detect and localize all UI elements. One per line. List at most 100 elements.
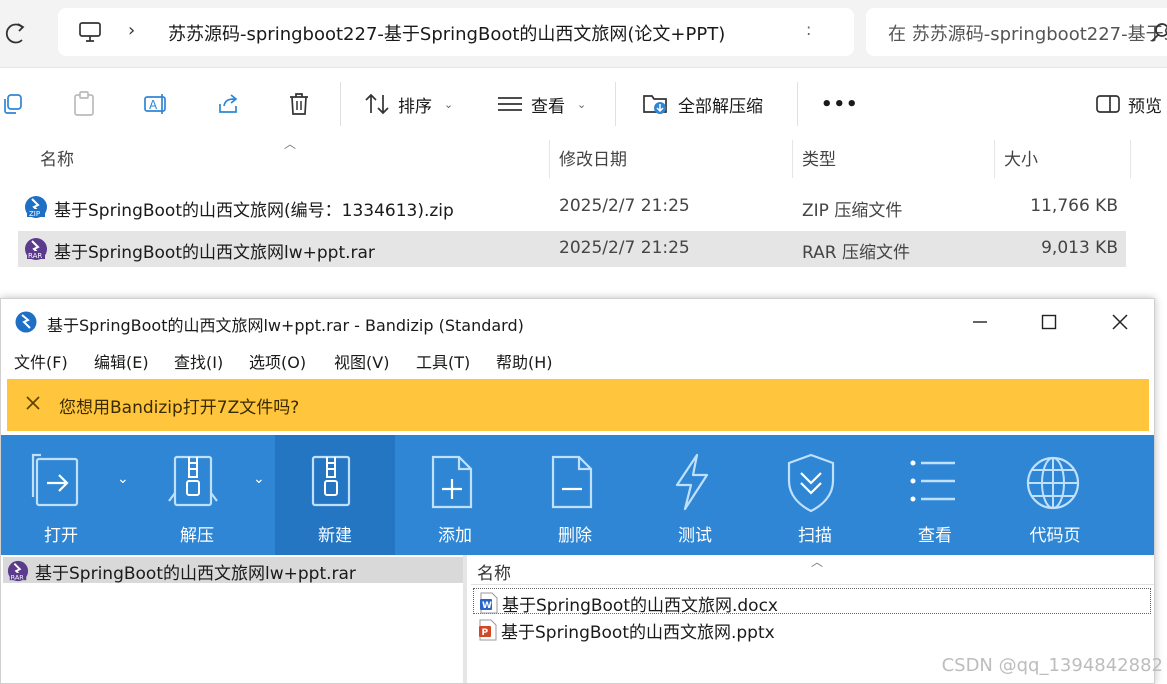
command-divider (340, 82, 341, 126)
column-divider[interactable] (792, 140, 793, 178)
column-divider[interactable] (549, 140, 550, 178)
sort-caret-icon: ︿ (811, 555, 824, 569)
column-divider[interactable] (1130, 140, 1131, 178)
notice-bar: 您想用Bandizip打开7Z文件吗? (7, 379, 1149, 431)
menu-view[interactable]: 视图(V) (334, 349, 389, 373)
sort-icon (365, 93, 389, 115)
minimize-button[interactable] (945, 299, 1015, 345)
view-toggle-button[interactable]: 查看 (875, 435, 995, 555)
tree-item-archive[interactable]: RAR 基于SpringBoot的山西文旅网lw+ppt.rar (3, 557, 463, 584)
powerpoint-icon: P (479, 619, 497, 641)
lightning-icon (675, 453, 709, 511)
file-date: 2025/2/7 21:25 (559, 238, 690, 258)
new-label: 新建 (318, 526, 352, 546)
address-bar[interactable]: › 苏苏源码-springboot227-基于SpringBoot的山西文旅网(… (58, 8, 854, 56)
preview-pane-button[interactable]: 预览 (1096, 70, 1162, 138)
entry-name: 基于SpringBoot的山西文旅网.pptx (501, 623, 775, 643)
list-item[interactable]: P 基于SpringBoot的山西文旅网.pptx (473, 616, 1151, 643)
file-size: 9,013 KB (1041, 238, 1118, 258)
chevron-down-icon: ⌄ (444, 97, 454, 111)
scan-button[interactable]: 扫描 (755, 435, 875, 555)
new-archive-icon (311, 455, 351, 507)
extract-all-label: 全部解压缩 (678, 96, 763, 117)
column-header: 名称 修改日期 类型 大小 (0, 138, 1167, 182)
menu-find[interactable]: 查找(I) (174, 349, 223, 373)
word-doc-icon: W (480, 592, 498, 614)
column-date[interactable]: 修改日期 (559, 138, 627, 182)
notice-text[interactable]: 您想用Bandizip打开7Z文件吗? (59, 393, 299, 418)
zip-file-icon: ZIP (25, 196, 47, 218)
open-dropdown-icon[interactable]: ⌄ (117, 471, 129, 487)
new-archive-button[interactable]: 新建 (275, 435, 395, 555)
rename-icon: A (144, 94, 166, 114)
chevron-down-icon: ⌄ (577, 97, 587, 111)
svg-text:W: W (482, 601, 492, 611)
extract-dropdown-icon[interactable]: ⌄ (253, 471, 265, 487)
delete-file-icon (551, 455, 593, 509)
open-button[interactable]: 打开 (1, 435, 121, 555)
address-path[interactable]: 苏苏源码-springboot227-基于SpringBoot的山西文旅网(论文… (168, 20, 725, 46)
search-input[interactable]: 在 苏苏源码-springboot227-基于SpringBoot的山西文旅网(… (866, 8, 1167, 56)
minimize-icon (973, 321, 987, 323)
sort-button[interactable]: 排序 ⌄ (364, 70, 453, 138)
file-size: 11,766 KB (1030, 196, 1118, 216)
search-placeholder: 在 苏苏源码-springboot227-基于SpringBoot的山西文旅网(… (888, 24, 1167, 45)
toolbar: 打开 ⌄ 解压 ⌄ 新建 添加 删除 测试 扫描 查看 代码页 (1, 435, 1154, 555)
trash-icon (290, 93, 308, 115)
file-row-selected[interactable]: RAR 基于SpringBoot的山西文旅网lw+ppt.rar 2025/2/… (18, 231, 1126, 267)
column-type[interactable]: 类型 (802, 138, 836, 182)
sort-label: 排序 (398, 96, 432, 117)
open-archive-icon (31, 453, 79, 507)
codepage-button[interactable]: 代码页 (995, 435, 1115, 555)
bandizip-app-icon (15, 311, 37, 333)
title-bar[interactable]: 基于SpringBoot的山西文旅网lw+ppt.rar - Bandizip … (1, 299, 1154, 345)
command-divider (797, 82, 798, 126)
command-divider (615, 82, 616, 126)
rar-file-icon: RAR (25, 238, 47, 260)
menu-edit[interactable]: 编辑(E) (94, 349, 149, 373)
maximize-button[interactable] (1014, 299, 1084, 345)
test-label: 测试 (678, 526, 712, 546)
svg-text:P: P (482, 628, 489, 638)
share-button[interactable] (216, 70, 240, 138)
preview-pane-icon (1096, 95, 1120, 113)
view-button[interactable]: 查看 ⌄ (497, 70, 586, 138)
more-options-button[interactable]: ••• (821, 70, 859, 138)
svg-text:A: A (149, 98, 158, 112)
test-button[interactable]: 测试 (635, 435, 755, 555)
preview-label: 预览 (1128, 96, 1162, 117)
column-divider[interactable] (994, 140, 995, 178)
tree-item-label: 基于SpringBoot的山西文旅网lw+ppt.rar (35, 564, 356, 584)
chevron-right-icon[interactable]: › (128, 20, 135, 41)
this-pc-icon[interactable] (78, 20, 102, 44)
add-button[interactable]: 添加 (395, 435, 515, 555)
menu-tools[interactable]: 工具(T) (416, 349, 470, 373)
folder-tree-pane: RAR 基于SpringBoot的山西文旅网lw+ppt.rar (1, 555, 467, 683)
column-name[interactable]: 名称 (477, 559, 511, 584)
menu-options[interactable]: 选项(O) (249, 349, 306, 373)
extract-button[interactable]: 解压 (137, 435, 257, 555)
delete-button[interactable] (288, 70, 310, 138)
menu-file[interactable]: 文件(F) (14, 349, 68, 373)
list-item[interactable]: W 基于SpringBoot的山西文旅网.docx (473, 588, 1151, 616)
delete-entry-button[interactable]: 删除 (515, 435, 635, 555)
view-label: 查看 (531, 96, 565, 117)
rename-button[interactable]: A (143, 70, 169, 138)
refresh-icon[interactable] (2, 18, 26, 48)
file-row[interactable]: ZIP 基于SpringBoot的山西文旅网(编号：1334613).zip 2… (18, 189, 1126, 225)
address-overflow: : (806, 20, 812, 39)
column-name[interactable]: 名称 (40, 138, 74, 182)
add-file-icon (431, 455, 473, 509)
view-list-icon (498, 97, 522, 111)
search-icon[interactable] (1149, 21, 1167, 43)
paste-button[interactable] (72, 70, 96, 138)
extract-all-button[interactable]: 全部解压缩 (642, 70, 763, 138)
close-icon[interactable] (23, 393, 43, 413)
file-explorer-window: › 苏苏源码-springboot227-基于SpringBoot的山西文旅网(… (0, 0, 1167, 300)
share-icon (219, 94, 238, 113)
close-button[interactable] (1085, 299, 1154, 345)
menu-help[interactable]: 帮助(H) (496, 349, 553, 373)
copy-button[interactable] (2, 70, 24, 138)
column-size[interactable]: 大小 (1004, 138, 1038, 182)
svg-text:ZIP: ZIP (29, 210, 40, 218)
